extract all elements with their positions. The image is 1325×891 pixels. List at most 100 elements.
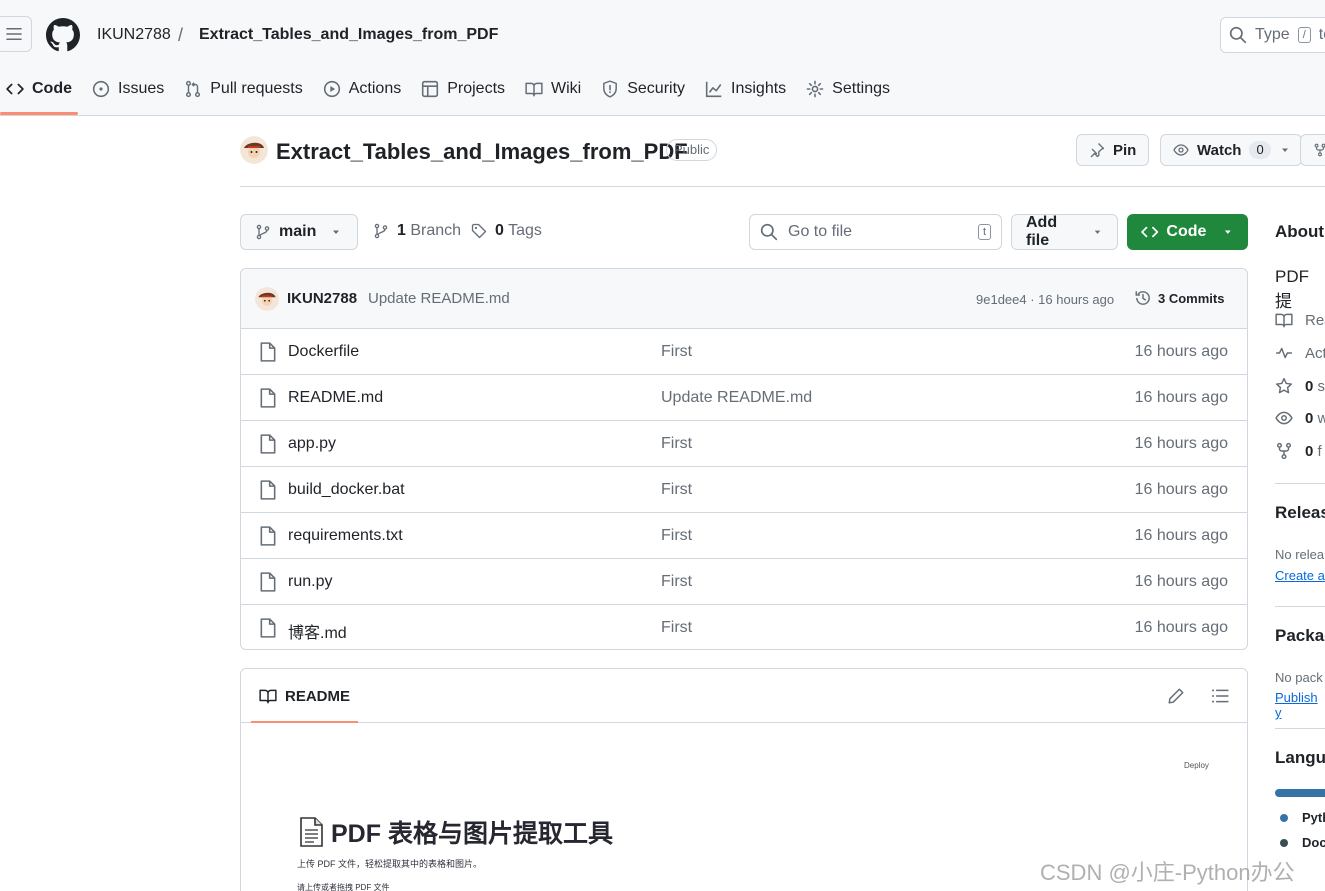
eye-icon [1275, 411, 1293, 425]
sidebar-item-stars[interactable]: 0 s [1275, 377, 1325, 395]
search-placeholder: Type [1255, 26, 1290, 43]
file-name[interactable]: Dockerfile [288, 343, 359, 361]
create-release-link[interactable]: Create a [1275, 568, 1325, 583]
packages-heading[interactable]: Packag [1275, 626, 1325, 646]
branch-selector[interactable]: main [240, 214, 358, 250]
file-icon [260, 342, 276, 362]
go-to-file-shortcut: t [977, 224, 991, 240]
go-to-file-placeholder: Go to file [788, 223, 853, 240]
commit-message[interactable]: Update README.md [368, 290, 510, 307]
outline-list-icon[interactable] [1211, 687, 1229, 705]
releases-empty-text: No relea [1275, 547, 1325, 562]
tab-pull-requests[interactable]: Pull requests [178, 70, 317, 108]
file-row[interactable]: 博客.md First 16 hours ago [241, 605, 1247, 649]
packages-empty-text: No pack [1275, 670, 1323, 685]
sidebar-item-watchers[interactable]: 0 w [1275, 409, 1325, 427]
tab-code[interactable]: Code [0, 70, 86, 108]
language-name: Doc [1302, 835, 1325, 850]
sidebar-item-readme[interactable]: Rea [1275, 311, 1325, 329]
file-row[interactable]: app.py First 16 hours ago [241, 421, 1247, 467]
code-button-label: Code [1166, 223, 1207, 240]
file-row[interactable]: requirements.txt First 16 hours ago [241, 513, 1247, 559]
github-logo-icon[interactable] [46, 18, 80, 52]
tags-link[interactable]: 0 Tags [471, 222, 542, 240]
file-name[interactable]: README.md [288, 389, 383, 407]
add-file-button[interactable]: Add file [1011, 214, 1118, 250]
breadcrumb-owner[interactable]: IKUN2788 [97, 25, 171, 45]
readme-header: README [241, 669, 1247, 723]
language-name: Pyth [1302, 810, 1325, 825]
file-commit-message[interactable]: First [661, 573, 692, 591]
watch-count: 0 [1249, 141, 1271, 159]
file-icon [260, 388, 276, 408]
file-name[interactable]: 博客.md [288, 619, 347, 643]
commit-author-avatar[interactable] [255, 287, 279, 311]
code-icon [6, 83, 24, 95]
commits-link[interactable]: 3 Commits [1134, 289, 1224, 307]
tab-issues[interactable]: Issues [86, 70, 178, 108]
file-commit-message[interactable]: First [661, 343, 692, 361]
file-commit-message[interactable]: First [661, 481, 692, 499]
menu-button[interactable] [0, 16, 32, 52]
repo-title[interactable]: Extract_Tables_and_Images_from_PDF [276, 139, 688, 165]
breadcrumb-repo[interactable]: Extract_Tables_and_Images_from_PDF [199, 25, 498, 45]
file-row[interactable]: run.py First 16 hours ago [241, 559, 1247, 605]
sidebar-item-forks[interactable]: 0 f [1275, 442, 1322, 460]
tab-insights[interactable]: Insights [699, 70, 800, 108]
tab-projects[interactable]: Projects [415, 70, 519, 108]
readme-tab-label: README [285, 687, 351, 705]
tags-label: Tags [508, 222, 542, 239]
file-commit-time: 16 hours ago [1134, 527, 1228, 544]
book-icon [1275, 313, 1293, 328]
file-row[interactable]: Dockerfile First 16 hours ago [241, 329, 1247, 375]
readme-tab[interactable]: README [259, 687, 350, 705]
code-button[interactable]: Code [1127, 214, 1248, 250]
file-name[interactable]: build_docker.bat [288, 481, 405, 499]
tab-security[interactable]: Security [595, 70, 699, 108]
file-name[interactable]: requirements.txt [288, 527, 403, 545]
branches-link[interactable]: 1 Branch [373, 222, 461, 240]
publish-package-link[interactable]: Publish y [1275, 690, 1325, 720]
language-dockerfile[interactable]: Doc [1280, 835, 1325, 850]
forks-count: 0 [1305, 442, 1314, 460]
readme-image-title: PDF 表格与图片提取工具 [297, 814, 613, 850]
file-commit-time: 16 hours ago [1134, 389, 1228, 406]
watch-button[interactable]: Watch 0 [1160, 134, 1302, 166]
file-commit-message[interactable]: First [661, 619, 692, 637]
pin-button[interactable]: Pin [1076, 134, 1150, 166]
go-to-file-input[interactable]: Go to file t [749, 214, 1002, 250]
file-icon [260, 480, 276, 500]
sidebar-item-activity[interactable]: Act [1275, 344, 1325, 362]
pencil-icon[interactable] [1167, 687, 1185, 705]
file-name[interactable]: run.py [288, 573, 332, 591]
tab-wiki[interactable]: Wiki [519, 70, 595, 108]
tab-settings[interactable]: Settings [800, 70, 904, 108]
fork-button[interactable] [1300, 134, 1325, 166]
file-commit-time: 16 hours ago [1134, 573, 1228, 590]
file-icon [260, 572, 276, 592]
branch-icon [256, 224, 270, 240]
watchers-count: 0 [1305, 409, 1314, 427]
issue-icon [92, 80, 110, 98]
language-python[interactable]: Pyth [1280, 810, 1325, 825]
global-search-input[interactable]: Type / to [1220, 17, 1325, 53]
fork-icon [1314, 143, 1325, 157]
file-row[interactable]: README.md Update README.md 16 hours ago [241, 375, 1247, 421]
file-name[interactable]: app.py [288, 435, 336, 453]
sidebar-item-label: Rea [1305, 311, 1325, 329]
file-commit-message[interactable]: First [661, 527, 692, 545]
visibility-badge: Public [666, 139, 718, 161]
tab-actions[interactable]: Actions [317, 70, 415, 108]
latest-commit-bar: IKUN2788 Update README.md 9e1dee4 · 16 h… [241, 269, 1247, 329]
commit-sha-time[interactable]: 9e1dee4 · 16 hours ago [976, 292, 1114, 307]
star-icon [1275, 377, 1293, 394]
breadcrumb-separator: / [178, 25, 184, 45]
search-shortcut-key: / [1297, 27, 1311, 43]
file-commit-message[interactable]: Update README.md [661, 389, 812, 407]
file-commit-message[interactable]: First [661, 435, 692, 453]
owner-avatar[interactable] [240, 136, 268, 164]
file-row[interactable]: build_docker.bat First 16 hours ago [241, 467, 1247, 513]
fork-icon [1276, 442, 1292, 460]
releases-heading[interactable]: Releas [1275, 503, 1325, 523]
commit-author[interactable]: IKUN2788 [287, 290, 357, 307]
